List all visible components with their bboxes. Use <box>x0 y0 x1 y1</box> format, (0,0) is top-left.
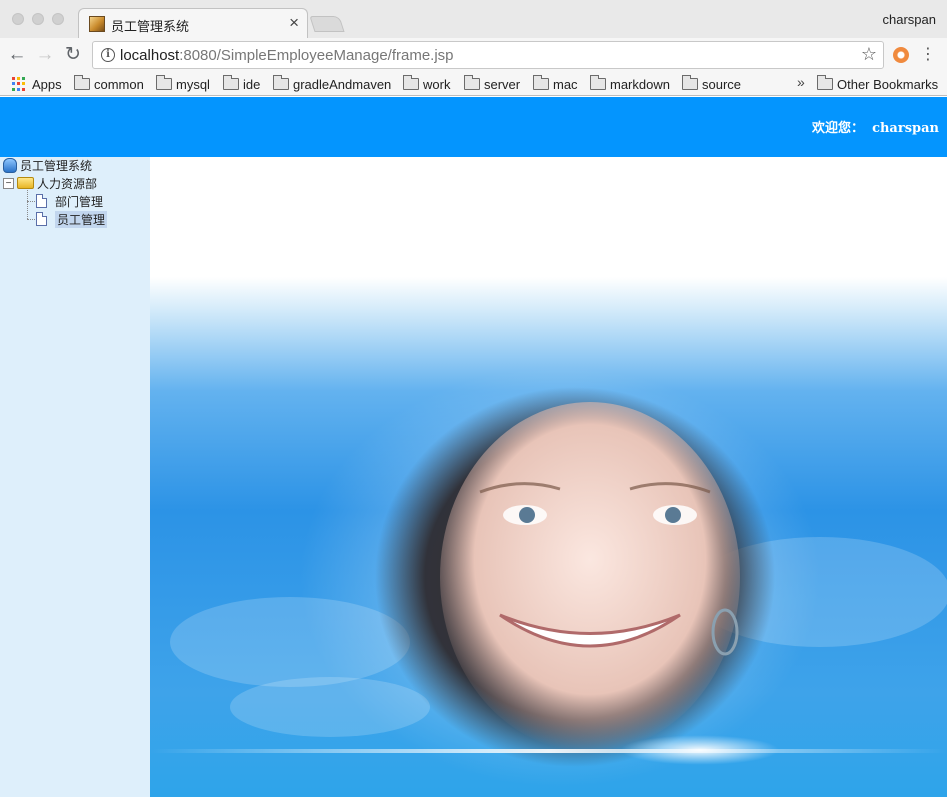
page-icon <box>36 212 47 226</box>
apps-grid-dot <box>17 87 20 91</box>
bookmark-label: mysql <box>176 76 210 92</box>
apps-grid-dot <box>22 77 25 80</box>
url-path: :8080/SimpleEmployeeManage/frame.jsp <box>179 47 454 64</box>
bookmark-folder-markdown[interactable]: markdown <box>590 75 670 93</box>
tree-connector <box>27 190 28 219</box>
hero-banner-image <box>150 277 947 797</box>
tree-connector <box>27 201 35 202</box>
bookmark-folder-ide[interactable]: ide <box>223 75 260 93</box>
bookmark-label: mac <box>553 76 578 92</box>
folder-icon <box>223 75 239 90</box>
bookmarks-bar: Apps common mysql ide gradleAndmaven wor… <box>0 72 947 96</box>
bookmark-label: work <box>423 76 451 92</box>
apps-grid-dot <box>22 82 25 86</box>
bookmark-label: markdown <box>610 76 670 92</box>
back-arrow-icon[interactable]: ← <box>6 44 28 66</box>
apps-grid-dot <box>12 82 15 86</box>
folder-icon <box>74 75 90 90</box>
new-tab-button[interactable] <box>309 16 345 32</box>
browser-tab-active[interactable]: 员工管理系统 × <box>78 8 308 39</box>
folder-icon <box>590 75 606 90</box>
bookmark-label: source <box>702 76 742 92</box>
folder-icon <box>817 75 833 90</box>
bookmark-apps[interactable]: Apps <box>12 75 62 93</box>
folder-icon <box>273 75 289 90</box>
bookmark-folder-other[interactable]: Other Bookmarks <box>817 75 938 93</box>
page-icon <box>36 194 47 208</box>
tree-item-employee-management[interactable]: 员工管理 <box>36 210 108 228</box>
bookmark-folder-server[interactable]: server <box>464 75 520 93</box>
bookmark-folder-work[interactable]: work <box>403 75 450 93</box>
tree-item-label: 员工管理 <box>55 210 108 228</box>
tree-dept-label: 人力资源部 <box>37 176 98 191</box>
apps-grid-dot <box>17 77 20 80</box>
folder-icon <box>403 75 419 90</box>
profile-name[interactable]: charspan <box>883 12 936 27</box>
tree-dept-node[interactable]: − 人力资源部 <box>3 175 97 191</box>
tree-connector <box>27 219 35 220</box>
tree-item-dept-management[interactable]: 部门管理 <box>36 193 103 209</box>
folder-icon <box>682 75 698 90</box>
bookmarks-overflow-icon[interactable]: » <box>797 74 805 90</box>
welcome-label: 欢迎您： <box>812 121 865 136</box>
forward-arrow-icon[interactable]: → <box>34 44 56 66</box>
tab-close-icon[interactable]: × <box>289 13 299 33</box>
apps-grid-dot <box>22 87 25 91</box>
current-username: charspan <box>872 121 939 136</box>
apps-grid-dot <box>17 82 20 86</box>
bookmark-label: server <box>484 76 521 92</box>
reload-icon[interactable]: ↻ <box>62 44 84 66</box>
folder-open-icon <box>17 177 34 189</box>
url-host: localhost <box>120 47 180 64</box>
bookmark-folder-gradleandmaven[interactable]: gradleAndmaven <box>273 75 391 93</box>
banner-portrait-image <box>300 367 820 787</box>
extension-icon[interactable] <box>893 47 909 63</box>
bookmark-label: Other Bookmarks <box>837 76 939 92</box>
bookmark-folder-source[interactable]: source <box>682 75 741 93</box>
tree-root-label: 员工管理系统 <box>20 158 93 173</box>
close-window-icon[interactable] <box>12 13 24 25</box>
bookmark-star-icon[interactable]: ☆ <box>861 44 877 65</box>
tab-title: 员工管理系统 <box>111 19 190 34</box>
folder-icon <box>533 75 549 90</box>
browser-titlebar: 员工管理系统 × charspan <box>0 0 947 39</box>
tree-root[interactable]: 员工管理系统 <box>3 157 92 173</box>
bookmark-label: gradleAndmaven <box>293 76 392 92</box>
bookmark-apps-label: Apps <box>32 76 62 92</box>
collapse-toggle-icon[interactable]: − <box>3 177 14 189</box>
zoom-window-icon[interactable] <box>52 13 64 25</box>
folder-icon <box>156 75 172 90</box>
apps-grid-icon <box>12 77 26 91</box>
site-info-icon[interactable]: i <box>101 48 115 62</box>
url-text[interactable]: localhost:8080/SimpleEmployeeManage/fram… <box>120 47 454 64</box>
minimize-window-icon[interactable] <box>32 13 44 25</box>
banner-light-flare <box>620 735 780 765</box>
bookmark-label: common <box>94 76 144 92</box>
bookmark-label: ide <box>243 76 261 92</box>
banner-light-flare <box>150 749 947 753</box>
bookmark-folder-mysql[interactable]: mysql <box>156 75 210 93</box>
folder-icon <box>464 75 480 90</box>
tree-item-label: 部门管理 <box>55 194 104 209</box>
apps-grid-dot <box>12 77 15 80</box>
browser-menu-icon[interactable]: ⋮ <box>920 45 936 65</box>
bookmark-folder-common[interactable]: common <box>74 75 144 93</box>
main-content <box>150 157 947 797</box>
bookmark-folder-mac[interactable]: mac <box>533 75 578 93</box>
address-bar[interactable]: i localhost:8080/SimpleEmployeeManage/fr… <box>92 41 884 69</box>
apps-grid-dot <box>12 87 15 91</box>
database-icon <box>3 157 17 173</box>
browser-toolbar: ← → ↻ i localhost:8080/SimpleEmployeeMan… <box>0 38 947 72</box>
page-header: 欢迎您： charspan <box>0 97 947 157</box>
welcome-message: 欢迎您： charspan <box>812 117 939 136</box>
favicon-icon <box>89 16 105 32</box>
sidebar-tree <box>0 157 150 797</box>
